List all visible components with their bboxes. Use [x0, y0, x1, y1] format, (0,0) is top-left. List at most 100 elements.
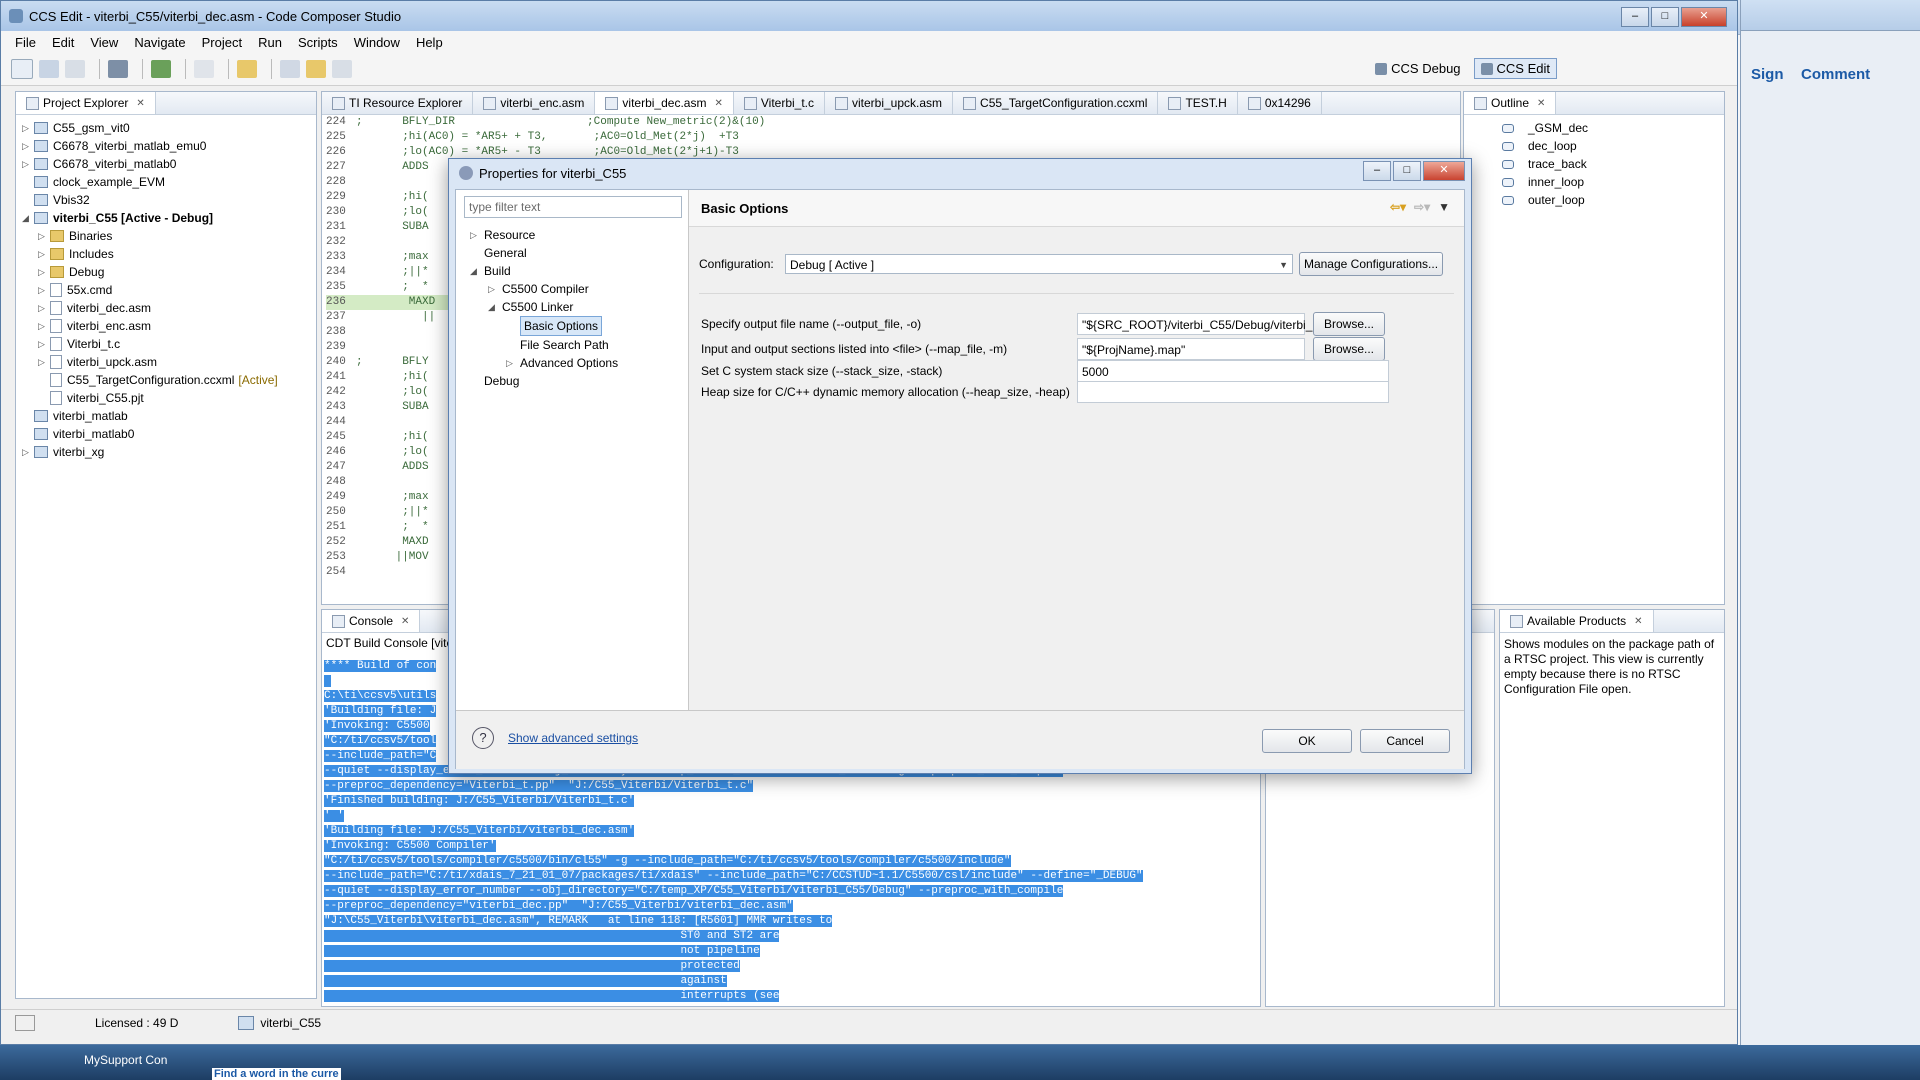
dialog-minimize-button[interactable]: –: [1363, 161, 1391, 181]
view-menu-icon[interactable]: ▼: [1438, 200, 1450, 214]
outline-item[interactable]: outer_loop: [1502, 191, 1724, 209]
close-tab-icon[interactable]: ✕: [136, 98, 144, 109]
collapsed-arrow-icon[interactable]: ▷: [38, 263, 50, 281]
dialog-tree-item[interactable]: Basic Options: [470, 316, 688, 336]
expanded-arrow-icon[interactable]: ◢: [22, 209, 34, 227]
collapsed-arrow-icon[interactable]: ▷: [38, 281, 50, 299]
tree-item[interactable]: viterbi_matlab: [22, 407, 316, 425]
collapsed-arrow-icon[interactable]: ▷: [22, 443, 34, 461]
menu-project[interactable]: Project: [194, 35, 250, 50]
tree-item[interactable]: ▷ C6678_viterbi_matlab_emu0: [22, 137, 316, 155]
expanded-arrow-icon[interactable]: ◢: [488, 298, 502, 316]
editor-tab[interactable]: viterbi_dec.asm ✕: [595, 92, 734, 114]
collapsed-arrow-icon[interactable]: ▷: [38, 353, 50, 371]
tree-item[interactable]: ▷ 55x.cmd: [22, 281, 316, 299]
prev-edit-icon[interactable]: [280, 60, 300, 78]
tab-console[interactable]: Console ✕: [322, 610, 421, 632]
tree-item[interactable]: C55_TargetConfiguration.ccxml [Active]: [22, 371, 316, 389]
collapsed-arrow-icon[interactable]: ▷: [506, 354, 520, 372]
debug-icon[interactable]: [151, 60, 171, 78]
tree-item[interactable]: ▷ viterbi_upck.asm: [22, 353, 316, 371]
dialog-tree-item[interactable]: Debug: [470, 372, 688, 390]
dialog-tree-item[interactable]: General: [470, 244, 688, 262]
dialog-maximize-button[interactable]: □: [1393, 161, 1421, 181]
search-icon[interactable]: [237, 60, 257, 78]
cancel-button[interactable]: Cancel: [1360, 729, 1450, 753]
forward-icon[interactable]: [332, 60, 352, 78]
configuration-select[interactable]: Debug [ Active ] ▼: [785, 254, 1293, 274]
close-tab-icon[interactable]: ✕: [714, 98, 722, 109]
tree-item[interactable]: ▷ Debug: [22, 263, 316, 281]
tab-project-explorer[interactable]: Project Explorer ✕: [16, 92, 156, 114]
tree-item[interactable]: ▷ Viterbi_t.c: [22, 335, 316, 353]
editor-tab[interactable]: viterbi_upck.asm: [825, 92, 954, 114]
tree-item[interactable]: clock_example_EVM: [22, 173, 316, 191]
dialog-tree-item[interactable]: ▷ C5500 Compiler: [470, 280, 688, 298]
editor-tab[interactable]: TEST.H: [1158, 92, 1238, 114]
menu-navigate[interactable]: Navigate: [126, 35, 193, 50]
editor-tab[interactable]: C55_TargetConfiguration.ccxml: [953, 92, 1159, 114]
menu-file[interactable]: File: [7, 35, 44, 50]
tree-item[interactable]: ▷ Binaries: [22, 227, 316, 245]
expanded-arrow-icon[interactable]: ◢: [470, 262, 484, 280]
new-icon[interactable]: [11, 59, 33, 79]
browse-button[interactable]: Browse...: [1313, 337, 1385, 361]
outline-item[interactable]: trace_back: [1502, 155, 1724, 173]
tree-item[interactable]: ▷ C6678_viterbi_matlab0: [22, 155, 316, 173]
sign-link[interactable]: Sign: [1751, 66, 1784, 83]
menu-view[interactable]: View: [82, 35, 126, 50]
tree-item[interactable]: ▷ viterbi_dec.asm: [22, 299, 316, 317]
collapsed-arrow-icon[interactable]: ▷: [38, 245, 50, 263]
minimize-button[interactable]: –: [1621, 7, 1649, 27]
ok-button[interactable]: OK: [1262, 729, 1352, 753]
browse-button[interactable]: Browse...: [1313, 312, 1385, 336]
editor-tab[interactable]: Viterbi_t.c: [734, 92, 825, 114]
editor-tab[interactable]: 0x14296: [1238, 92, 1322, 114]
menu-run[interactable]: Run: [250, 35, 290, 50]
tab-outline[interactable]: Outline ✕: [1464, 92, 1557, 114]
manage-configurations-button[interactable]: Manage Configurations...: [1299, 252, 1443, 276]
terminate-icon[interactable]: [194, 60, 214, 78]
perspective-ccs-edit[interactable]: CCS Edit: [1473, 58, 1557, 79]
outline-item[interactable]: inner_loop: [1502, 173, 1724, 191]
collapsed-arrow-icon[interactable]: ▷: [38, 335, 50, 353]
dialog-close-button[interactable]: ✕: [1423, 161, 1465, 181]
tree-item[interactable]: ▷ viterbi_xg: [22, 443, 316, 461]
perspective-ccs-debug[interactable]: CCS Debug: [1368, 58, 1467, 79]
menu-window[interactable]: Window: [346, 35, 408, 50]
dialog-tree-item[interactable]: ◢ Build: [470, 262, 688, 280]
tree-item[interactable]: viterbi_matlab0: [22, 425, 316, 443]
tree-item[interactable]: ◢ viterbi_C55 [Active - Debug]: [22, 209, 316, 227]
back-arrow-icon[interactable]: ⇦▾: [1390, 200, 1406, 214]
tree-item[interactable]: ▷ C55_gsm_vit0: [22, 119, 316, 137]
forward-arrow-icon[interactable]: ⇨▾: [1414, 200, 1430, 214]
collapsed-arrow-icon[interactable]: ▷: [38, 227, 50, 245]
tree-item[interactable]: Vbis32: [22, 191, 316, 209]
collapsed-arrow-icon[interactable]: ▷: [470, 226, 484, 244]
save-icon[interactable]: [39, 60, 59, 78]
editor-tab[interactable]: TI Resource Explorer: [322, 92, 474, 114]
taskbar-item[interactable]: Find a word in the curre: [212, 1068, 341, 1080]
outline-item[interactable]: dec_loop: [1502, 137, 1724, 155]
close-tab-icon[interactable]: ✕: [1634, 616, 1642, 627]
menu-scripts[interactable]: Scripts: [290, 35, 346, 50]
collapsed-arrow-icon[interactable]: ▷: [22, 119, 34, 137]
collapsed-arrow-icon[interactable]: ▷: [488, 280, 502, 298]
dialog-tree-item[interactable]: ◢ C5500 Linker: [470, 298, 688, 316]
menu-help[interactable]: Help: [408, 35, 451, 50]
close-tab-icon[interactable]: ✕: [401, 616, 409, 627]
option-field[interactable]: [1077, 381, 1389, 403]
tree-item[interactable]: ▷ Includes: [22, 245, 316, 263]
tree-item[interactable]: viterbi_C55.pjt: [22, 389, 316, 407]
comment-link[interactable]: Comment: [1801, 66, 1870, 83]
tree-item[interactable]: ▷ viterbi_enc.asm: [22, 317, 316, 335]
menu-edit[interactable]: Edit: [44, 35, 82, 50]
build-icon[interactable]: [108, 60, 128, 78]
option-field[interactable]: 5000: [1077, 360, 1389, 382]
help-icon[interactable]: ?: [472, 727, 494, 749]
collapsed-arrow-icon[interactable]: ▷: [38, 299, 50, 317]
collapsed-arrow-icon[interactable]: ▷: [38, 317, 50, 335]
close-button[interactable]: ✕: [1681, 7, 1727, 27]
dialog-tree-item[interactable]: File Search Path: [470, 336, 688, 354]
show-advanced-link[interactable]: Show advanced settings: [508, 731, 638, 745]
